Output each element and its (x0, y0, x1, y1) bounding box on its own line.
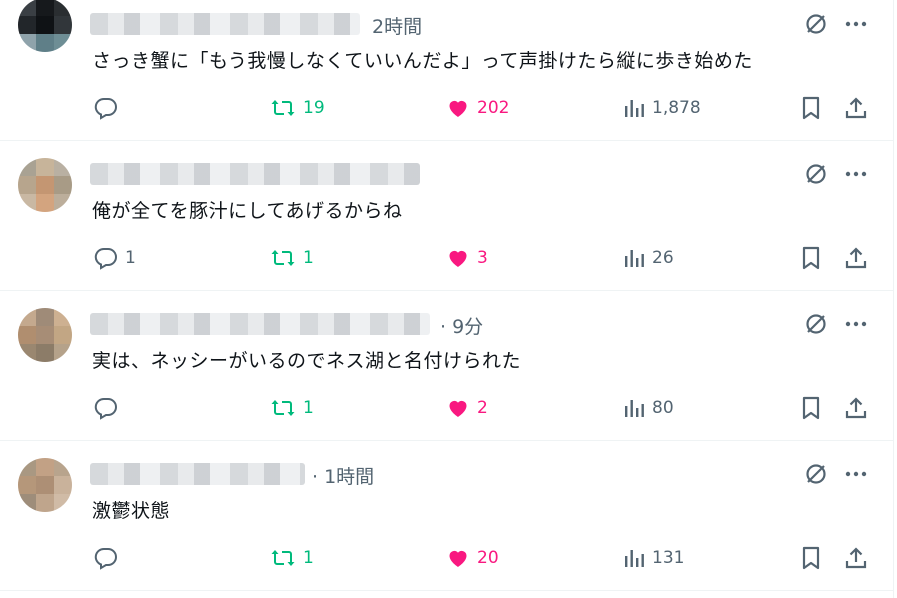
grok-icon[interactable] (803, 161, 829, 187)
share-button[interactable] (844, 243, 868, 273)
views-icon (625, 250, 644, 267)
more-icon[interactable] (843, 11, 869, 37)
more-icon[interactable] (843, 461, 869, 487)
share-icon (845, 97, 867, 119)
views-button[interactable]: 1,878 (623, 93, 701, 123)
bookmark-button[interactable] (800, 243, 822, 273)
reply-button[interactable] (94, 543, 125, 573)
post-time[interactable]: 2時間 (372, 12, 422, 39)
bookmark-icon (802, 96, 820, 120)
repost-button[interactable]: 1 (270, 393, 314, 423)
views-icon (625, 400, 644, 417)
views-count: 131 (652, 548, 685, 568)
reply-icon (94, 247, 117, 270)
reply-button[interactable] (94, 93, 125, 123)
grok-icon[interactable] (803, 311, 829, 337)
bookmark-icon (802, 546, 820, 570)
post[interactable]: 俺が全てを豚汁にしてあげるからね 1 1 3 26 (0, 140, 893, 291)
bookmark-icon (802, 396, 820, 420)
grok-icon[interactable] (803, 11, 829, 37)
repost-button[interactable]: 1 (270, 243, 314, 273)
reply-icon (94, 397, 117, 420)
post-text: 激鬱状態 (92, 500, 171, 522)
bookmark-button[interactable] (800, 93, 822, 123)
display-name[interactable] (90, 13, 360, 35)
share-icon (845, 397, 867, 419)
post-text: 俺が全てを豚汁にしてあげるからね (92, 200, 403, 222)
repost-count: 1 (303, 548, 314, 568)
reply-icon (94, 97, 117, 120)
views-button[interactable]: 26 (623, 243, 674, 273)
timeline: 2時間 さっき蟹に「もう我慢しなくていいんだよ」って声掛けたら縦に歩き始めた 1… (0, 0, 894, 598)
reply-count: 1 (125, 248, 136, 268)
share-button[interactable] (844, 93, 868, 123)
like-icon (449, 100, 467, 117)
repost-count: 19 (303, 98, 325, 118)
repost-count: 1 (303, 398, 314, 418)
post-text: 実は、ネッシーがいるのでネス湖と名付けられた (92, 350, 522, 372)
bookmark-button[interactable] (800, 543, 822, 573)
share-icon (845, 247, 867, 269)
like-icon (449, 550, 467, 567)
like-icon (449, 250, 467, 267)
post-time[interactable]: · 1時間 (312, 462, 374, 489)
like-button[interactable]: 20 (446, 543, 499, 573)
views-icon (625, 550, 644, 567)
like-icon (449, 400, 467, 417)
repost-button[interactable]: 19 (270, 93, 325, 123)
like-button[interactable]: 3 (446, 243, 488, 273)
reply-button[interactable]: 1 (94, 243, 136, 273)
like-button[interactable]: 2 (446, 393, 488, 423)
post[interactable]: 2時間 さっき蟹に「もう我慢しなくていいんだよ」って声掛けたら縦に歩き始めた 1… (0, 0, 893, 141)
repost-count: 1 (303, 248, 314, 268)
repost-button[interactable]: 1 (270, 543, 314, 573)
post-time[interactable]: · 9分 (440, 312, 483, 339)
avatar[interactable] (18, 308, 72, 362)
like-count: 202 (477, 98, 510, 118)
bookmark-button[interactable] (800, 393, 822, 423)
views-button[interactable]: 131 (623, 543, 684, 573)
post[interactable]: · 1時間 激鬱状態 1 20 131 (0, 440, 893, 591)
reply-button[interactable] (94, 393, 125, 423)
avatar[interactable] (18, 458, 72, 512)
views-icon (625, 100, 644, 117)
grok-icon[interactable] (803, 461, 829, 487)
share-button[interactable] (844, 393, 868, 423)
views-count: 80 (652, 398, 674, 418)
post-text: さっき蟹に「もう我慢しなくていいんだよ」って声掛けたら縦に歩き始めた (92, 50, 753, 72)
display-name[interactable] (90, 463, 305, 485)
avatar[interactable] (18, 158, 72, 212)
display-name[interactable] (90, 313, 430, 335)
more-icon[interactable] (843, 161, 869, 187)
views-count: 1,878 (652, 98, 701, 118)
reply-icon (94, 547, 117, 570)
views-count: 26 (652, 248, 674, 268)
avatar[interactable] (18, 0, 72, 52)
more-icon[interactable] (843, 311, 869, 337)
like-count: 20 (477, 548, 499, 568)
display-name[interactable] (90, 163, 420, 185)
post[interactable]: · 9分 実は、ネッシーがいるのでネス湖と名付けられた 1 2 80 (0, 290, 893, 441)
views-button[interactable]: 80 (623, 393, 674, 423)
like-button[interactable]: 202 (446, 93, 509, 123)
like-count: 3 (477, 248, 488, 268)
repost-icon (271, 550, 295, 566)
like-count: 2 (477, 398, 488, 418)
share-button[interactable] (844, 543, 868, 573)
share-icon (845, 547, 867, 569)
bookmark-icon (802, 246, 820, 270)
repost-icon (271, 100, 295, 116)
repost-icon (271, 400, 295, 416)
repost-icon (271, 250, 295, 266)
